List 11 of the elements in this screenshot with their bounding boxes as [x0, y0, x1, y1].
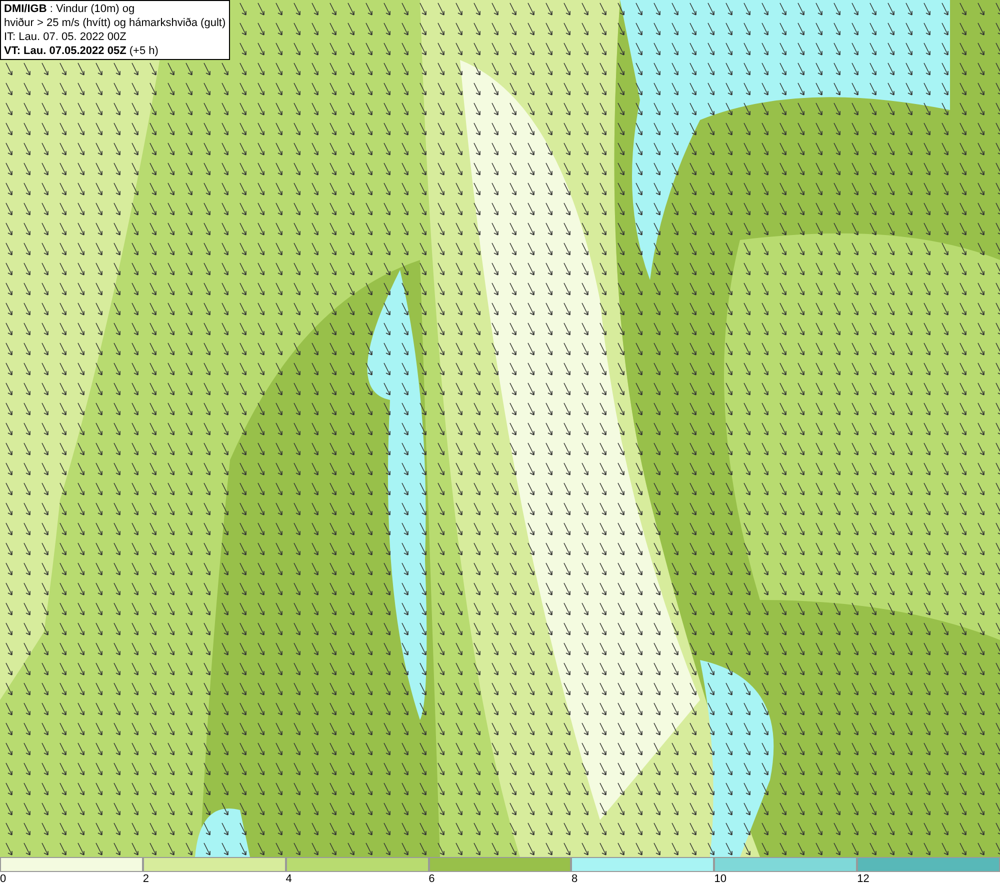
legend-label: 2: [142, 872, 149, 887]
info-text: hviður > 25 m/s (hvítt) og hámarkshviða (gult): [4, 16, 226, 30]
legend-label: 8: [571, 872, 578, 887]
info-text: DMI/IGB : Vindur (10m) og: [4, 2, 136, 16]
legend-label: 0: [0, 872, 6, 887]
info-text: VT: Lau. 07.05.2022 05Z (+5 h): [4, 44, 160, 58]
legend-label: 4: [286, 872, 292, 887]
info-text: IT: Lau. 07. 05. 2022 00Z: [4, 30, 128, 44]
legend-label: 6: [428, 872, 435, 887]
legend-label: 10: [714, 872, 727, 887]
legend-label: 12: [857, 872, 870, 887]
